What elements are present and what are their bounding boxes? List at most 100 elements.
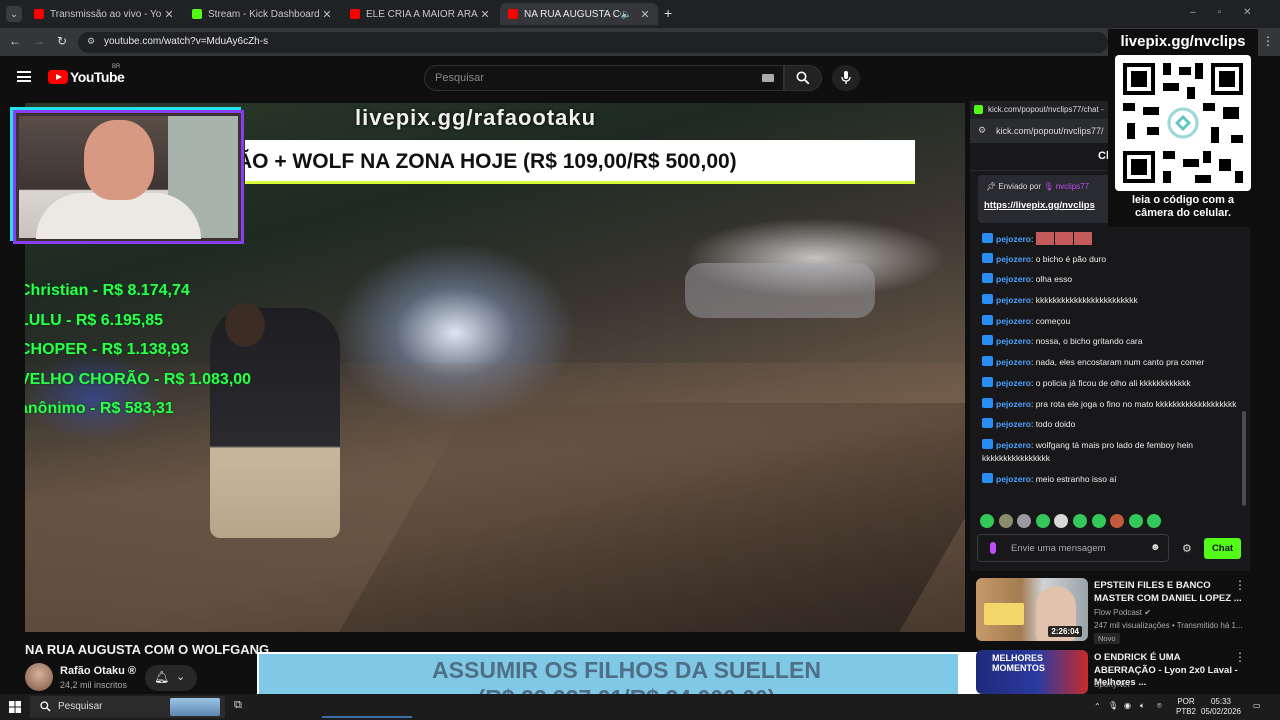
emoji-picker-icon[interactable]: ☻ bbox=[1150, 542, 1161, 553]
youtube-favicon-icon bbox=[34, 9, 44, 19]
chat-username[interactable]: pejozero bbox=[996, 254, 1031, 264]
webcam-person-face bbox=[84, 120, 154, 200]
search-input[interactable]: Pesquisar bbox=[424, 65, 784, 91]
emote-icon[interactable] bbox=[1072, 514, 1087, 528]
clock[interactable]: 05:33 05/02/2026 bbox=[1200, 697, 1242, 717]
chevron-up-icon[interactable]: ⌃ bbox=[1094, 702, 1101, 712]
chat-username[interactable]: pejozero bbox=[996, 357, 1031, 367]
mic-tray-icon[interactable]: 🎙︎ bbox=[1108, 701, 1118, 711]
pinned-by-label: Enviado por bbox=[998, 182, 1042, 191]
menu-kebab-icon[interactable]: ⋮ bbox=[1262, 34, 1274, 48]
search-button[interactable] bbox=[784, 65, 822, 91]
video-title: NA RUA AUGUSTA COM O WOLFGANG bbox=[25, 642, 270, 657]
keyboard-language[interactable]: POR PTB2 bbox=[1174, 697, 1198, 717]
back-icon[interactable]: ← bbox=[9, 34, 21, 48]
hamburger-menu-icon[interactable] bbox=[17, 71, 31, 82]
video-thumbnail[interactable]: 2:26:04 bbox=[976, 578, 1088, 641]
chat-username[interactable]: pejozero bbox=[996, 234, 1031, 244]
site-info-icon[interactable]: ⚙ bbox=[87, 36, 95, 47]
emote-icon[interactable] bbox=[998, 514, 1013, 528]
chat-message: pejozero: nossa, o bicho gritando cara bbox=[982, 335, 1237, 348]
url-field[interactable]: ⚙ youtube.com/watch?v=MduAy6cZh-s bbox=[78, 32, 1108, 53]
close-window-icon[interactable]: ✕ bbox=[1243, 7, 1273, 18]
tab-list-chevron-icon[interactable]: ⌄ bbox=[6, 6, 22, 22]
keyboard-icon[interactable] bbox=[762, 74, 774, 82]
network-icon[interactable]: ⌾ bbox=[1157, 701, 1162, 711]
task-view-icon[interactable]: ⧉ bbox=[234, 699, 242, 712]
chat-username[interactable]: pejozero bbox=[996, 316, 1031, 326]
close-icon[interactable]: ✕ bbox=[320, 8, 334, 21]
new-tab-button[interactable]: + bbox=[664, 5, 672, 21]
emote-icon[interactable] bbox=[1110, 514, 1125, 528]
windows-start-icon[interactable] bbox=[9, 701, 21, 713]
video-title[interactable]: EPSTEIN FILES E BANCO MASTER COM DANIEL … bbox=[1094, 580, 1244, 605]
video-thumbnail[interactable]: MELHORES MOMENTOS bbox=[976, 650, 1088, 694]
emote-icon[interactable] bbox=[1017, 514, 1032, 528]
voice-search-button[interactable] bbox=[832, 65, 860, 91]
emote-icon[interactable] bbox=[1147, 514, 1162, 528]
thumbnail-text: MELHORES MOMENTOS bbox=[992, 653, 1045, 673]
close-icon[interactable]: ✕ bbox=[162, 8, 176, 21]
chat-username[interactable]: pejozero bbox=[996, 440, 1031, 450]
emote-icon[interactable] bbox=[1054, 514, 1069, 528]
notifications-icon[interactable]: ▭ bbox=[1253, 701, 1261, 711]
verified-badge-icon bbox=[982, 233, 993, 243]
verified-badge-icon bbox=[982, 294, 993, 305]
minimize-icon[interactable]: – bbox=[1190, 7, 1218, 18]
recommended-video[interactable]: 2:26:04 EPSTEIN FILES E BANCO MASTER COM… bbox=[976, 578, 1266, 644]
notification-bell-button[interactable]: 🔔︎ ⌄ bbox=[145, 665, 197, 691]
chat-text: o policia já ficou de olho ali kkkkkkkkk… bbox=[1035, 377, 1191, 388]
chat-username[interactable]: pejozero bbox=[996, 295, 1031, 305]
tab-kick-dashboard[interactable]: Stream - Kick Dashboard ✕ bbox=[184, 3, 340, 25]
close-icon[interactable]: ✕ bbox=[478, 8, 492, 21]
tab-aranha-video[interactable]: ELE CRIA A MAIOR ARANHA ✕ bbox=[342, 3, 498, 25]
more-options-icon[interactable]: ⋮ bbox=[1234, 578, 1246, 592]
volume-icon[interactable]: 🔈︎ bbox=[1140, 701, 1145, 711]
tab-rua-augusta[interactable]: NA RUA AUGUSTA COM O 🔈 ✕ bbox=[500, 3, 658, 25]
chat-scrollbar[interactable] bbox=[1242, 411, 1246, 506]
chat-settings-icon[interactable]: ⚙ bbox=[1182, 542, 1192, 555]
mic-icon: 🎙︎ bbox=[1043, 182, 1054, 191]
chat-message: pejozero: o bicho é pão duro bbox=[982, 252, 1237, 266]
tab-label: NA RUA AUGUSTA COM O bbox=[524, 8, 621, 20]
emote-icon[interactable] bbox=[980, 514, 994, 528]
chat-username[interactable]: pejozero bbox=[996, 419, 1031, 429]
chat-text: todo doido bbox=[1035, 419, 1076, 430]
emote-icon bbox=[1054, 232, 1073, 245]
emote-icon[interactable] bbox=[1128, 514, 1143, 528]
reload-icon[interactable]: ↻ bbox=[57, 34, 67, 48]
chat-username[interactable]: pejozero bbox=[996, 399, 1031, 409]
forward-icon[interactable]: → bbox=[33, 34, 45, 48]
chat-username[interactable]: pejozero bbox=[996, 336, 1031, 346]
new-badge: Novo bbox=[1094, 633, 1120, 644]
chat-message: pejozero: começou bbox=[982, 314, 1237, 328]
video-channel[interactable]: SportyNet bbox=[1094, 680, 1130, 689]
chat-username[interactable]: pejozero bbox=[996, 378, 1031, 388]
avatar[interactable] bbox=[25, 663, 53, 691]
maximize-icon[interactable]: ▫ bbox=[1218, 7, 1244, 18]
taskbar-search[interactable]: Pesquisar bbox=[30, 696, 225, 718]
close-icon[interactable]: ✕ bbox=[638, 8, 652, 21]
verified-badge-icon bbox=[982, 314, 993, 325]
chat-username[interactable]: pejozero bbox=[996, 474, 1031, 484]
chat-message-input[interactable]: Envie uma mensagem ☻ bbox=[977, 534, 1169, 562]
emote-icon[interactable] bbox=[1035, 514, 1050, 528]
emote-icon[interactable] bbox=[1091, 514, 1106, 528]
pinned-user[interactable]: nvclips77 bbox=[1056, 182, 1089, 191]
tab-youtube-live[interactable]: Transmissão ao vivo - YouTube ✕ bbox=[26, 3, 182, 25]
verified-badge-icon bbox=[982, 418, 993, 429]
recommended-video[interactable]: MELHORES MOMENTOS O ENDRICK É UMA ABERRA… bbox=[976, 650, 1266, 694]
site-info-icon[interactable]: ⚙ bbox=[978, 125, 986, 136]
video-channel[interactable]: Flow Podcast ✔ bbox=[1094, 608, 1151, 617]
chat-message: pejozero: olha esso bbox=[982, 273, 1237, 286]
search-highlight-image bbox=[170, 698, 220, 716]
more-options-icon[interactable]: ⋮ bbox=[1234, 650, 1246, 664]
qr-title: livepix.gg/nvclips bbox=[1120, 33, 1246, 50]
pinned-link[interactable]: https://livepix.gg/nvclips bbox=[984, 200, 1095, 211]
channel-name[interactable]: Rafão Otaku ® bbox=[60, 665, 136, 677]
windows-taskbar: Pesquisar ⧉ ⌃ 🎙︎ ◉ 🔈︎ ⌾ POR PTB2 05:33 0… bbox=[0, 694, 1280, 720]
speaker-icon[interactable]: 🔈 bbox=[621, 9, 632, 20]
chat-username[interactable]: pejozero bbox=[996, 274, 1031, 284]
send-chat-button[interactable]: Chat bbox=[1204, 538, 1241, 559]
webcam-tray-icon[interactable]: ◉ bbox=[1124, 701, 1131, 711]
